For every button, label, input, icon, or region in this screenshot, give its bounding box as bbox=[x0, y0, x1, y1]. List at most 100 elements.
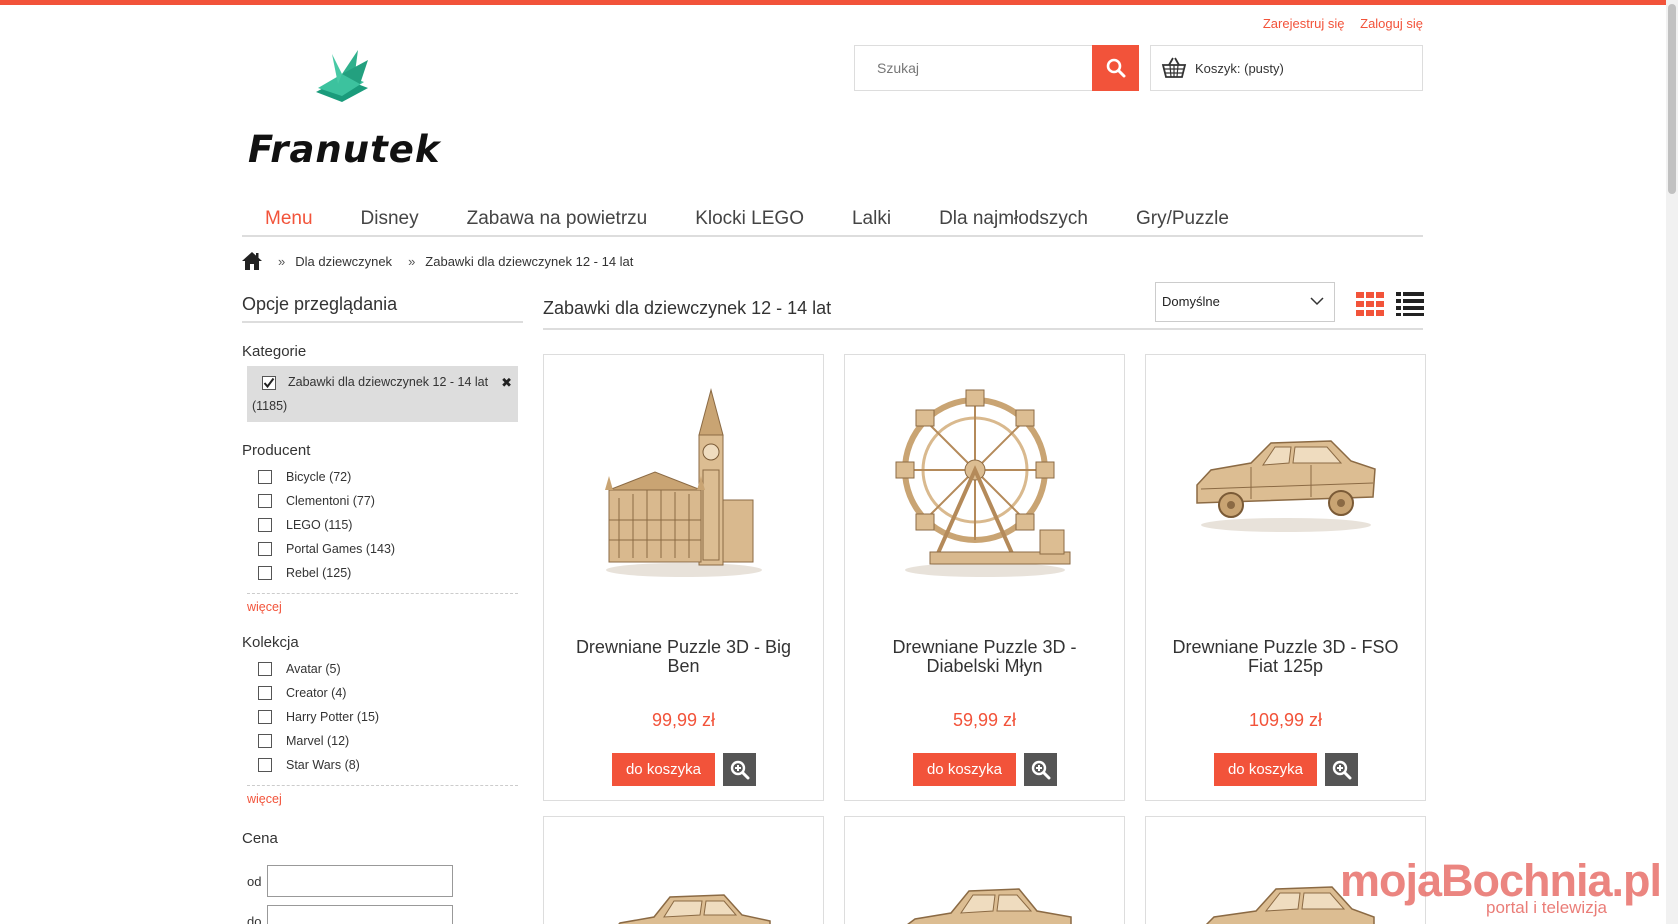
nav-item-dolls[interactable]: Lalki bbox=[828, 204, 915, 235]
collection-option[interactable]: Marvel (12) bbox=[258, 729, 523, 753]
collection-option[interactable]: Star Wars (8) bbox=[258, 753, 523, 777]
checkbox[interactable] bbox=[258, 662, 272, 676]
product-card[interactable] bbox=[844, 816, 1125, 924]
producer-label: Bicycle (72) bbox=[286, 470, 352, 484]
checkbox[interactable] bbox=[258, 710, 272, 724]
category-facet-title: Kategorie bbox=[242, 343, 307, 360]
checked-checkbox-icon[interactable] bbox=[262, 375, 276, 390]
add-to-cart-button[interactable]: do koszyka bbox=[913, 753, 1016, 786]
product-name[interactable]: Drewniane Puzzle 3D - Big Ben bbox=[558, 638, 809, 676]
chevron-down-icon bbox=[1310, 297, 1324, 306]
main-nav: Menu Disney Zabawa na powietrzu Klocki L… bbox=[242, 204, 1423, 237]
checkbox[interactable] bbox=[258, 686, 272, 700]
checkbox[interactable] bbox=[258, 734, 272, 748]
search-input[interactable] bbox=[855, 46, 1092, 90]
zoom-in-icon bbox=[1031, 760, 1050, 779]
checkbox[interactable] bbox=[258, 758, 272, 772]
quick-view-button[interactable] bbox=[723, 753, 756, 786]
big-ben-icon[interactable] bbox=[544, 365, 823, 595]
checkbox[interactable] bbox=[258, 518, 272, 532]
login-link[interactable]: Zaloguj się bbox=[1360, 16, 1423, 31]
product-card[interactable] bbox=[543, 816, 824, 924]
breadcrumb-separator: » bbox=[278, 253, 286, 269]
watermark-subtitle: portal i telewizja bbox=[1486, 898, 1607, 917]
producer-option[interactable]: Portal Games (143) bbox=[258, 537, 523, 561]
nav-item-disney[interactable]: Disney bbox=[337, 204, 443, 235]
checkbox[interactable] bbox=[258, 470, 272, 484]
price-from-label: od bbox=[247, 873, 262, 889]
sort-value: Domyślne bbox=[1162, 294, 1220, 309]
price-to-row: do bbox=[247, 905, 523, 924]
selected-category[interactable]: Zabawki dla dziewczynek 12 - 14 lat ✖ (1… bbox=[247, 366, 518, 422]
car-icon[interactable] bbox=[604, 887, 774, 924]
nav-item-menu[interactable]: Menu bbox=[242, 204, 337, 235]
basket-icon bbox=[1161, 57, 1187, 78]
quick-view-button[interactable] bbox=[1325, 753, 1358, 786]
collection-label: Marvel (12) bbox=[286, 734, 350, 748]
zoom-in-icon bbox=[1332, 760, 1351, 779]
zoom-in-icon bbox=[730, 760, 749, 779]
ferris-wheel-icon[interactable] bbox=[845, 365, 1124, 595]
page-scrollbar[interactable] bbox=[1666, 0, 1678, 924]
breadcrumb-item-current: Zabawki dla dziewczynek 12 - 14 lat bbox=[425, 253, 634, 269]
remove-filter-icon[interactable]: ✖ bbox=[501, 371, 512, 395]
logo[interactable]: Franutek bbox=[248, 50, 448, 171]
product-card[interactable]: Drewniane Puzzle 3D - FSO Fiat 125p 109,… bbox=[1145, 354, 1426, 801]
quick-view-button[interactable] bbox=[1024, 753, 1057, 786]
checkbox[interactable] bbox=[258, 566, 272, 580]
producer-more-link[interactable]: więcej bbox=[247, 593, 518, 614]
price-to-input[interactable] bbox=[267, 905, 453, 924]
checkbox[interactable] bbox=[258, 542, 272, 556]
checkbox[interactable] bbox=[258, 494, 272, 508]
add-to-cart-button[interactable]: do koszyka bbox=[612, 753, 715, 786]
search-box bbox=[854, 45, 1139, 91]
nav-item-lego[interactable]: Klocki LEGO bbox=[671, 204, 828, 235]
cart-label: Koszyk: (pusty) bbox=[1195, 60, 1284, 76]
list-view-icon[interactable] bbox=[1396, 292, 1424, 316]
producer-option[interactable]: Rebel (125) bbox=[258, 561, 523, 585]
book-logo-icon bbox=[316, 50, 368, 102]
car-icon[interactable] bbox=[895, 879, 1075, 924]
account-links: Zarejestruj się Zaloguj się bbox=[1251, 16, 1423, 31]
product-card[interactable]: Drewniane Puzzle 3D - Diabelski Młyn 59,… bbox=[844, 354, 1125, 801]
search-icon bbox=[1106, 58, 1125, 78]
collection-more-link[interactable]: więcej bbox=[247, 785, 518, 806]
price-facet-title: Cena bbox=[242, 830, 278, 847]
product-card[interactable]: Drewniane Puzzle 3D - Big Ben 99,99 zł d… bbox=[543, 354, 824, 801]
breadcrumb-separator: » bbox=[408, 253, 416, 269]
collection-option[interactable]: Avatar (5) bbox=[258, 657, 523, 681]
grid-view-icon[interactable] bbox=[1356, 292, 1384, 316]
producer-option[interactable]: Bicycle (72) bbox=[258, 465, 523, 489]
price-from-input[interactable] bbox=[267, 865, 453, 897]
price-to-label: do bbox=[247, 913, 262, 924]
producer-option[interactable]: LEGO (115) bbox=[258, 513, 523, 537]
cart-button[interactable]: Koszyk: (pusty) bbox=[1150, 45, 1423, 91]
product-price: 99,99 zł bbox=[651, 710, 716, 730]
selected-category-count: (1185) bbox=[252, 399, 288, 413]
sort-select[interactable]: Domyślne bbox=[1155, 282, 1335, 322]
nav-item-toddlers[interactable]: Dla najmłodszych bbox=[915, 204, 1112, 235]
add-to-cart-button[interactable]: do koszyka bbox=[1214, 753, 1317, 786]
search-button[interactable] bbox=[1092, 45, 1139, 91]
collection-option[interactable]: Creator (4) bbox=[258, 681, 523, 705]
sidebar-title: Opcje przeglądania bbox=[242, 294, 523, 323]
home-icon[interactable] bbox=[242, 252, 262, 270]
nav-item-games[interactable]: Gry/Puzzle bbox=[1112, 204, 1253, 235]
top-accent-bar bbox=[0, 0, 1678, 5]
collection-option[interactable]: Harry Potter (15) bbox=[258, 705, 523, 729]
producer-list: Bicycle (72) Clementoni (77) LEGO (115) … bbox=[258, 465, 523, 585]
product-name[interactable]: Drewniane Puzzle 3D - Diabelski Młyn bbox=[859, 638, 1110, 676]
collection-label: Harry Potter (15) bbox=[286, 710, 380, 724]
breadcrumb-item-girls[interactable]: Dla dziewczynek bbox=[295, 254, 392, 269]
scrollbar-thumb[interactable] bbox=[1668, 4, 1676, 194]
page-title: Zabawki dla dziewczynek 12 - 14 lat bbox=[543, 298, 832, 318]
register-link[interactable]: Zarejestruj się bbox=[1263, 16, 1345, 31]
product-name[interactable]: Drewniane Puzzle 3D - FSO Fiat 125p bbox=[1160, 638, 1411, 676]
producer-label: LEGO (115) bbox=[286, 518, 353, 532]
nav-item-outdoor[interactable]: Zabawa na powietrzu bbox=[443, 204, 672, 235]
price-from-row: od bbox=[247, 865, 523, 897]
logo-text: Franutek bbox=[248, 128, 441, 171]
producer-option[interactable]: Clementoni (77) bbox=[258, 489, 523, 513]
breadcrumb: » Dla dziewczynek » Zabawki dla dziewczy… bbox=[242, 252, 633, 270]
car-icon[interactable] bbox=[1146, 365, 1425, 595]
